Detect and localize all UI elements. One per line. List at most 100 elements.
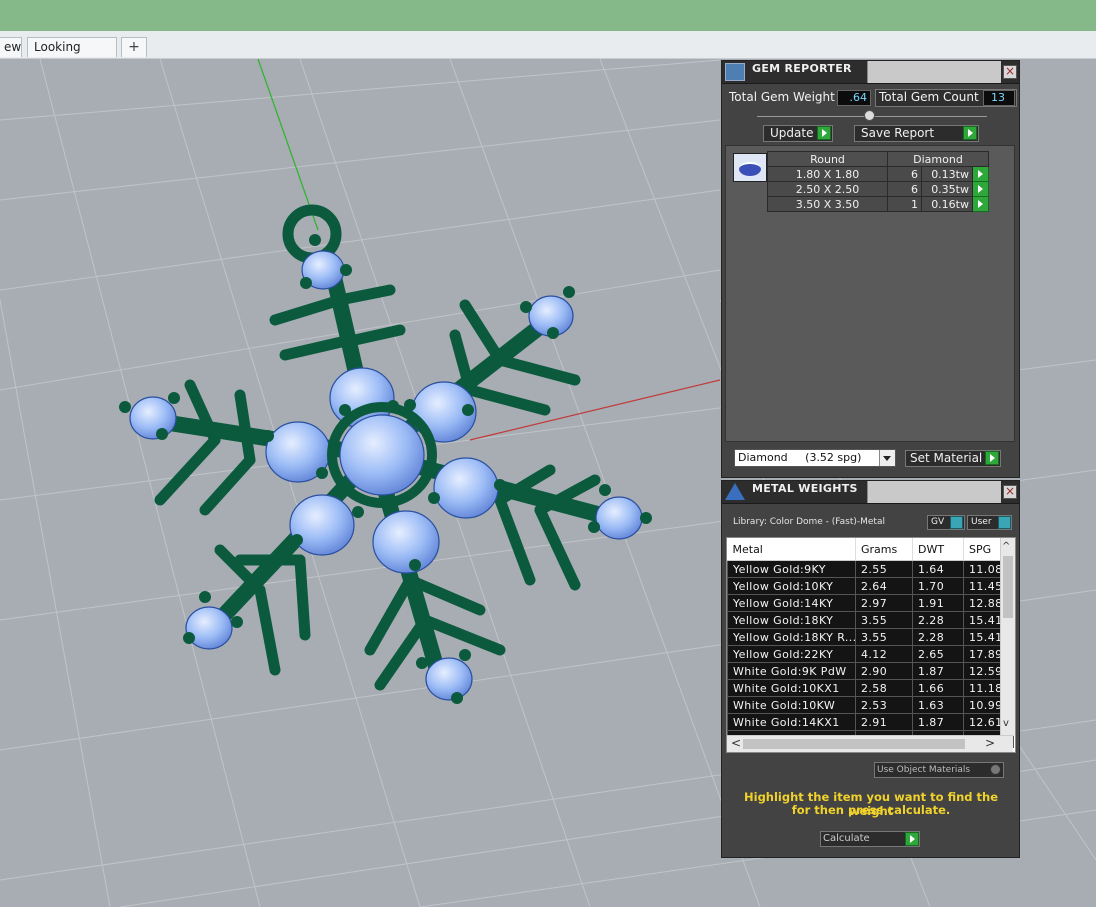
user-info-icon[interactable] bbox=[998, 516, 1011, 529]
update-button-label: Update bbox=[770, 126, 814, 140]
dwt-cell: 1.91 bbox=[912, 594, 964, 612]
scroll-up-icon[interactable]: ^ bbox=[1002, 541, 1010, 552]
calculate-arrow-icon[interactable] bbox=[905, 832, 919, 846]
scroll-down-icon[interactable]: v bbox=[1003, 718, 1009, 729]
material-select-value: Diamond (3.52 spg) bbox=[738, 451, 862, 464]
grams-cell: 2.64 bbox=[855, 577, 913, 595]
close-icon[interactable]: × bbox=[1003, 65, 1017, 79]
metal-cell: Yellow Gold:14KY bbox=[727, 594, 856, 612]
table-row[interactable]: White Gold:9K PdW 2.90 1.87 12.59 bbox=[727, 662, 1014, 680]
gem-size-cell: 3.50 X 3.50 bbox=[767, 196, 888, 212]
material-select[interactable]: Diamond (3.52 spg) bbox=[734, 449, 896, 467]
total-gem-weight-label: Total Gem Weight bbox=[729, 90, 835, 104]
dwt-cell: 2.28 bbox=[912, 611, 964, 629]
metal-cell: White Gold:9K PdW bbox=[727, 662, 856, 680]
table-row[interactable]: White Gold:10KX1 2.58 1.66 11.18 bbox=[727, 679, 1014, 697]
title-grip bbox=[867, 61, 1001, 83]
metal-table-container[interactable]: Metal Grams DWT SPG Yellow Gold:9KY 2.55 1… bbox=[726, 537, 1016, 753]
horizontal-scrollbar[interactable]: < > bbox=[727, 735, 1013, 752]
table-row[interactable]: 1.80 X 1.80 6 0.13tw bbox=[767, 166, 989, 182]
grams-cell: 4.12 bbox=[855, 645, 913, 663]
user-toggle-label: User bbox=[971, 517, 992, 527]
vertical-scrollbar[interactable]: ^ v bbox=[1000, 538, 1015, 736]
table-row[interactable]: White Gold:14KX1 2.91 1.87 12.61 bbox=[727, 713, 1014, 731]
vertical-scroll-thumb[interactable] bbox=[1003, 556, 1013, 618]
gem-shape-header: Round bbox=[767, 151, 888, 167]
close-icon[interactable]: × bbox=[1003, 485, 1017, 499]
dwt-cell: 1.70 bbox=[912, 577, 964, 595]
dwt-column-header[interactable]: DWT bbox=[912, 538, 964, 561]
gv-toggle-label: GV bbox=[931, 517, 945, 527]
row-arrow-icon[interactable] bbox=[972, 196, 989, 212]
horizontal-scroll-thumb[interactable] bbox=[743, 739, 965, 749]
grams-cell: 2.58 bbox=[855, 679, 913, 697]
view-tab-bar: ew Looking Down + bbox=[0, 31, 1096, 73]
gem-size-cell: 2.50 X 2.50 bbox=[767, 181, 888, 197]
use-object-materials-label: Use Object Materials bbox=[877, 765, 971, 775]
calculate-button-label: Calculate bbox=[823, 833, 870, 844]
metal-cell: Yellow Gold:22KY bbox=[727, 645, 856, 663]
dwt-cell: 2.65 bbox=[912, 645, 964, 663]
grams-cell: 2.90 bbox=[855, 662, 913, 680]
set-material-button-label: Set Material bbox=[910, 451, 983, 465]
gem-weight-cell: 0.16tw bbox=[921, 196, 973, 212]
grams-cell: 2.53 bbox=[855, 696, 913, 714]
metal-table: Metal Grams DWT SPG Yellow Gold:9KY 2.55 1… bbox=[727, 538, 1014, 748]
update-arrow-icon[interactable] bbox=[817, 126, 831, 140]
gem-reporter-titlebar[interactable]: GEM REPORTER × bbox=[722, 61, 1019, 84]
gem-list-area[interactable]: Round Diamond 1.80 X 1.80 6 0.13tw 2.50 … bbox=[725, 145, 1015, 442]
grams-cell: 3.55 bbox=[855, 611, 913, 629]
grams-cell: 3.55 bbox=[855, 628, 913, 646]
metal-cell: Yellow Gold:18KY bbox=[727, 611, 856, 629]
gem-count-cell: 6 bbox=[887, 166, 922, 182]
grams-cell: 2.91 bbox=[855, 713, 913, 731]
scroll-right-icon[interactable]: > bbox=[985, 736, 995, 750]
plus-icon: + bbox=[128, 39, 140, 55]
table-row[interactable]: Yellow Gold:10KY 2.64 1.70 11.45 bbox=[727, 577, 1014, 595]
metal-cell: White Gold:10KX1 bbox=[727, 679, 856, 697]
chevron-down-icon[interactable] bbox=[879, 450, 895, 466]
gem-size-cell: 1.80 X 1.80 bbox=[767, 166, 888, 182]
table-row[interactable]: Yellow Gold:9KY 2.55 1.64 11.08 bbox=[727, 560, 1014, 578]
metal-weights-panel: METAL WEIGHTS × Library: Color Dome - (F… bbox=[721, 480, 1020, 858]
total-gem-weight-value: .64 bbox=[837, 90, 871, 106]
slider-knob-icon[interactable] bbox=[864, 110, 875, 121]
library-label: Library: Color Dome - (Fast)-Metal bbox=[733, 517, 885, 527]
gv-info-icon[interactable] bbox=[950, 516, 963, 529]
table-row[interactable]: White Gold:10KW 2.53 1.63 10.99 bbox=[727, 696, 1014, 714]
table-row[interactable]: Yellow Gold:18KY R... 3.55 2.28 15.41 bbox=[727, 628, 1014, 646]
tab-previous-view[interactable]: ew bbox=[0, 37, 22, 57]
dwt-cell: 1.87 bbox=[912, 662, 964, 680]
table-row[interactable]: Yellow Gold:22KY 4.12 2.65 17.89 bbox=[727, 645, 1014, 663]
add-tab-button[interactable]: + bbox=[121, 37, 147, 57]
save-report-arrow-icon[interactable] bbox=[963, 126, 977, 140]
row-arrow-icon[interactable] bbox=[972, 166, 989, 182]
set-material-arrow-icon[interactable] bbox=[985, 451, 999, 465]
metal-cell: Yellow Gold:10KY bbox=[727, 577, 856, 595]
tab-looking-down[interactable]: Looking Down bbox=[27, 37, 117, 73]
use-object-materials-toggle[interactable]: Use Object Materials bbox=[874, 762, 1004, 778]
scroll-left-icon[interactable]: < bbox=[731, 736, 741, 750]
table-row[interactable]: 3.50 X 3.50 1 0.16tw bbox=[767, 196, 989, 212]
gem-weight-cell: 0.35tw bbox=[921, 181, 973, 197]
row-arrow-icon[interactable] bbox=[972, 181, 989, 197]
gem-count-cell: 1 bbox=[887, 196, 922, 212]
grams-cell: 2.97 bbox=[855, 594, 913, 612]
title-grip bbox=[867, 481, 1001, 503]
table-row[interactable]: 2.50 X 2.50 6 0.35tw bbox=[767, 181, 989, 197]
table-row[interactable]: Yellow Gold:18KY 3.55 2.28 15.41 bbox=[727, 611, 1014, 629]
use-object-materials-icon[interactable] bbox=[990, 764, 1001, 775]
total-gem-count-value: 13 bbox=[983, 90, 1015, 106]
metal-cell: White Gold:10KW bbox=[727, 696, 856, 714]
tab-label: ew bbox=[4, 40, 22, 54]
grams-column-header[interactable]: Grams bbox=[855, 538, 913, 561]
table-row[interactable]: Yellow Gold:14KY 2.97 1.91 12.88 bbox=[727, 594, 1014, 612]
metal-weights-titlebar[interactable]: METAL WEIGHTS × bbox=[722, 481, 1019, 504]
gem-table: Round Diamond 1.80 X 1.80 6 0.13tw 2.50 … bbox=[767, 151, 989, 212]
metal-cell: Yellow Gold:9KY bbox=[727, 560, 856, 578]
grams-cell: 2.55 bbox=[855, 560, 913, 578]
save-report-button[interactable]: Save Report bbox=[854, 125, 979, 142]
gem-type-header: Diamond bbox=[887, 151, 989, 167]
metal-column-header[interactable]: Metal bbox=[727, 538, 856, 561]
dwt-cell: 1.64 bbox=[912, 560, 964, 578]
